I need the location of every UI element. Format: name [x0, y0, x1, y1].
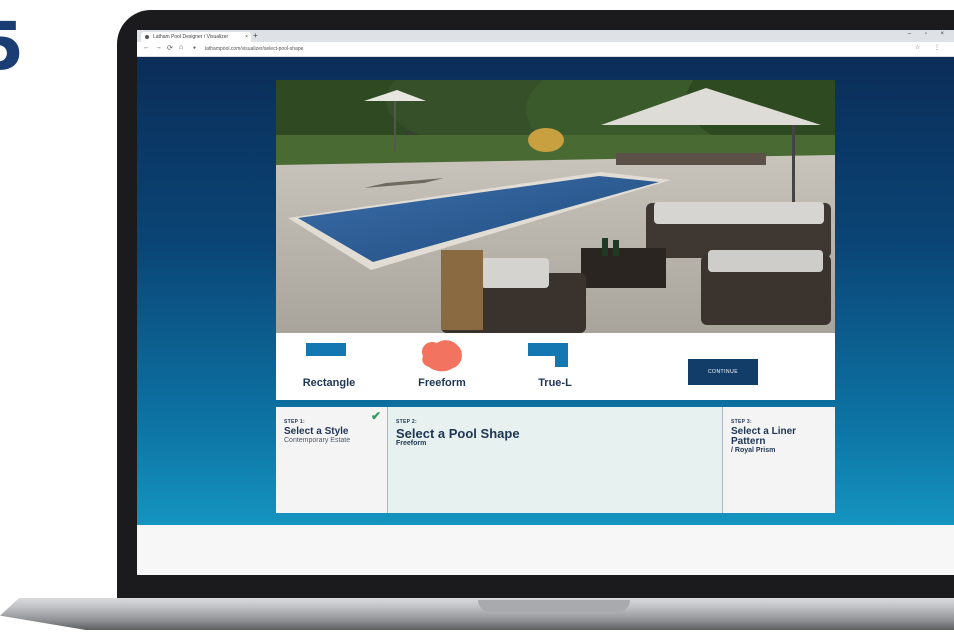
new-tab-icon[interactable]: + [253, 31, 258, 40]
continue-button[interactable]: CONTINUE [688, 359, 758, 385]
favicon-icon [145, 35, 149, 39]
step-value: Contemporary Estate [284, 437, 351, 444]
pool-preview-image [276, 80, 835, 333]
url-field[interactable]: lathampool.com/visualizer/select-pool-sh… [205, 45, 855, 53]
shape-option-true-l[interactable]: True-L [510, 343, 600, 393]
forward-icon[interactable]: → [155, 44, 162, 51]
tab-title: Latham Pool Designer / Visualizer [153, 34, 229, 40]
step-title: Select a Pool Shape [396, 426, 520, 441]
laptop-base [0, 598, 954, 630]
home-icon[interactable]: ⌂ [179, 44, 183, 51]
browser-tab[interactable]: Latham Pool Designer / Visualizer × [141, 32, 251, 42]
tab-close-icon[interactable]: × [245, 32, 248, 42]
checkmark-icon: ✔ [370, 409, 381, 423]
shape-label: Rectangle [302, 377, 356, 389]
browser-tab-bar: Latham Pool Designer / Visualizer × + – … [137, 30, 954, 42]
shape-label: True-L [538, 377, 572, 389]
step-value: / Royal Prism [731, 447, 776, 454]
step-title: Select a Liner Pattern [731, 426, 797, 447]
laptop-notch [478, 600, 630, 612]
step-select-pool-shape[interactable]: STEP 2: Select a Pool Shape Freeform [388, 407, 722, 513]
shape-option-freeform[interactable]: Freeform [397, 340, 487, 393]
step-title: Select a Style [284, 426, 349, 437]
shape-label: Freeform [418, 377, 466, 389]
step-number: STEP 3: [731, 419, 752, 425]
true-l-shape-icon [528, 343, 568, 367]
laptop-screen: Latham Pool Designer / Visualizer × + – … [137, 30, 954, 575]
step-select-style[interactable]: ✔ STEP 1: Select a Style Contemporary Es… [276, 407, 388, 513]
edge-digit: 5 [0, 8, 24, 85]
back-icon[interactable]: ← [143, 44, 150, 51]
rectangle-shape-icon [306, 343, 346, 356]
progress-steps: ✔ STEP 1: Select a Style Contemporary Es… [276, 407, 835, 513]
shape-option-rectangle[interactable]: Rectangle [284, 343, 374, 393]
pool-shape-selector: Rectangle Freeform True-L CONTINUE [276, 333, 835, 400]
step-number: STEP 2: [396, 419, 417, 425]
address-bar: ← → ⟳ ⌂ ● lathampool.com/visualizer/sele… [137, 42, 954, 57]
window-controls[interactable]: – ▫ × [908, 31, 950, 37]
address-bar-actions[interactable]: ☆ ⋮ [915, 44, 946, 51]
freeform-shape-icon [422, 340, 462, 372]
step-number: STEP 1: [284, 419, 305, 425]
step-select-liner-pattern[interactable]: STEP 3: Select a Liner Pattern / Royal P… [722, 407, 835, 513]
lock-icon: ● [193, 45, 197, 51]
page-footer [137, 525, 954, 575]
step-value: Freeform [396, 440, 427, 447]
reload-icon[interactable]: ⟳ [167, 44, 173, 52]
